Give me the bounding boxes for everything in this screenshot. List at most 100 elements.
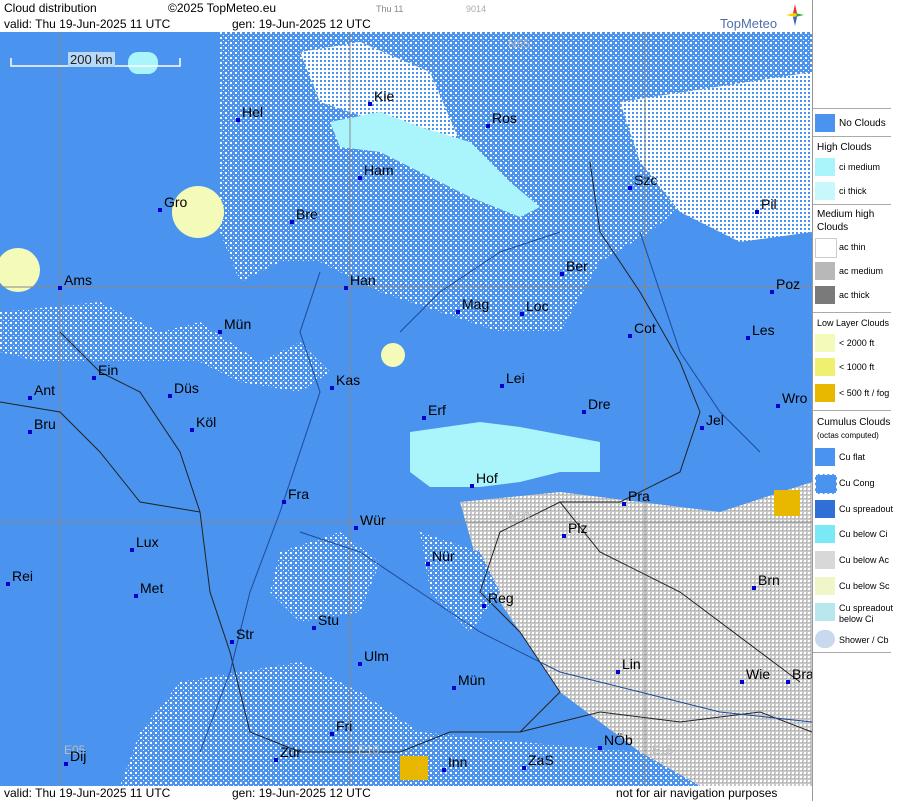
city-label: Ham bbox=[358, 162, 394, 180]
scale-label: 200 km bbox=[68, 52, 115, 67]
top-info-bar: Cloud distribution ©2025 TopMeteo.eu val… bbox=[0, 0, 812, 32]
city-label: Düs bbox=[168, 380, 199, 398]
city-label: Bra bbox=[786, 666, 812, 684]
no-clouds-label: No Clouds bbox=[839, 118, 886, 129]
city-marker-icon bbox=[776, 404, 780, 408]
city-marker-icon bbox=[770, 290, 774, 294]
city-marker-icon bbox=[628, 334, 632, 338]
lt1000-swatch bbox=[815, 358, 835, 376]
copyright: ©2025 TopMeteo.eu bbox=[168, 1, 277, 15]
city-marker-icon bbox=[582, 410, 586, 414]
lt2000-label: < 2000 ft bbox=[839, 338, 875, 348]
lt500-swatch bbox=[815, 384, 835, 402]
city-label: Zür bbox=[274, 744, 301, 762]
city-label: Cot bbox=[628, 320, 656, 338]
city-marker-icon bbox=[482, 604, 486, 608]
city-marker-icon bbox=[168, 394, 172, 398]
map-graphics: N55 N50 E05 E10 E15 bbox=[0, 32, 812, 786]
city-marker-icon bbox=[746, 336, 750, 340]
cu-below-ac-swatch bbox=[815, 551, 835, 569]
city-label: Bre bbox=[290, 206, 318, 224]
cu-cong-swatch bbox=[815, 474, 837, 494]
city-marker-icon bbox=[422, 416, 426, 420]
city-marker-icon bbox=[786, 680, 790, 684]
city-marker-icon bbox=[218, 330, 222, 334]
city-marker-icon bbox=[452, 686, 456, 690]
city-label: Ein bbox=[92, 362, 118, 380]
grid-label: E10 bbox=[358, 743, 380, 757]
city-marker-icon bbox=[426, 562, 430, 566]
city-marker-icon bbox=[622, 502, 626, 506]
city-label: ZaS bbox=[522, 752, 554, 770]
cumulus-subheader: (octas computed) bbox=[817, 431, 879, 440]
city-marker-icon bbox=[6, 582, 10, 586]
city-marker-icon bbox=[740, 680, 744, 684]
city-label: Ant bbox=[28, 382, 55, 400]
city-marker-icon bbox=[616, 670, 620, 674]
city-marker-icon bbox=[486, 124, 490, 128]
cu-below-ac-label: Cu below Ac bbox=[839, 555, 890, 565]
city-marker-icon bbox=[312, 626, 316, 630]
city-marker-icon bbox=[274, 758, 278, 762]
cu-area-wur bbox=[270, 532, 380, 622]
ac-thin-label: ac thin bbox=[839, 242, 866, 252]
city-marker-icon bbox=[282, 500, 286, 504]
city-label: Wie bbox=[740, 666, 770, 684]
cu-flat-swatch bbox=[815, 448, 835, 466]
ci-medium-swatch bbox=[815, 158, 835, 176]
grid-label: N55 bbox=[508, 37, 530, 51]
city-label: Stu bbox=[312, 612, 339, 630]
cu-spread-ci-label-2: below Ci bbox=[839, 614, 874, 624]
city-marker-icon bbox=[190, 428, 194, 432]
city-label: Reg bbox=[482, 590, 514, 608]
city-label: Hel bbox=[236, 104, 263, 122]
city-label: Pra bbox=[622, 488, 650, 506]
city-marker-icon bbox=[560, 272, 564, 276]
low-cloud-west bbox=[0, 248, 40, 292]
gen-time: gen: 19-Jun-2025 12 UTC bbox=[232, 17, 371, 31]
city-label: Met bbox=[134, 580, 163, 598]
ci-medium-area-center bbox=[410, 422, 600, 487]
cu-below-ci-swatch bbox=[815, 525, 835, 543]
compass-icon bbox=[786, 4, 804, 26]
city-label: Mag bbox=[456, 296, 489, 314]
city-marker-icon bbox=[562, 534, 566, 538]
shower-cb-label: Shower / Cb bbox=[839, 635, 889, 645]
low-cloud-kas bbox=[381, 343, 405, 367]
map-title: Cloud distribution bbox=[4, 1, 97, 15]
city-label: Köl bbox=[190, 414, 216, 432]
city-label: Loc bbox=[520, 298, 549, 316]
city-marker-icon bbox=[134, 594, 138, 598]
city-label: Ams bbox=[58, 272, 92, 290]
cu-below-sc-label: Cu below Sc bbox=[839, 581, 890, 591]
city-marker-icon bbox=[64, 762, 68, 766]
legend-panel: No Clouds High Clouds ci medium ci thick… bbox=[812, 0, 904, 801]
city-label: Fra bbox=[282, 486, 309, 504]
city-label: Mün bbox=[218, 316, 251, 334]
city-label: Poz bbox=[770, 276, 800, 294]
city-marker-icon bbox=[236, 118, 240, 122]
city-label: Fri bbox=[330, 718, 352, 736]
ci-thick-label: ci thick bbox=[839, 186, 867, 196]
city-label: Lux bbox=[130, 534, 159, 552]
footer-note: not for air navigation purposes bbox=[616, 786, 778, 800]
city-marker-icon bbox=[290, 220, 294, 224]
city-marker-icon bbox=[522, 766, 526, 770]
ac-medium-swatch bbox=[815, 262, 835, 280]
city-label: Szc bbox=[628, 172, 657, 190]
city-label: Mün bbox=[452, 672, 485, 690]
city-label: Wro bbox=[776, 390, 807, 408]
time-tab[interactable]: Thu 11 bbox=[376, 4, 403, 14]
city-label: Hof bbox=[470, 470, 498, 488]
city-marker-icon bbox=[230, 640, 234, 644]
city-label: Ulm bbox=[358, 648, 389, 666]
city-label: Lin bbox=[616, 656, 641, 674]
cloud-map[interactable]: N55 N50 E05 E10 E15 200 km Kie Ros Hel Ham S… bbox=[0, 32, 812, 786]
ac-thick-label: ac thick bbox=[839, 290, 870, 300]
grid-label: E15 bbox=[652, 743, 674, 757]
bottom-info-bar: valid: Thu 19-Jun-2025 11 UTC gen: 19-Ju… bbox=[0, 786, 812, 801]
city-marker-icon bbox=[330, 732, 334, 736]
lt1000-label: < 1000 ft bbox=[839, 362, 875, 372]
city-label: Plz bbox=[562, 520, 587, 538]
city-marker-icon bbox=[92, 376, 96, 380]
